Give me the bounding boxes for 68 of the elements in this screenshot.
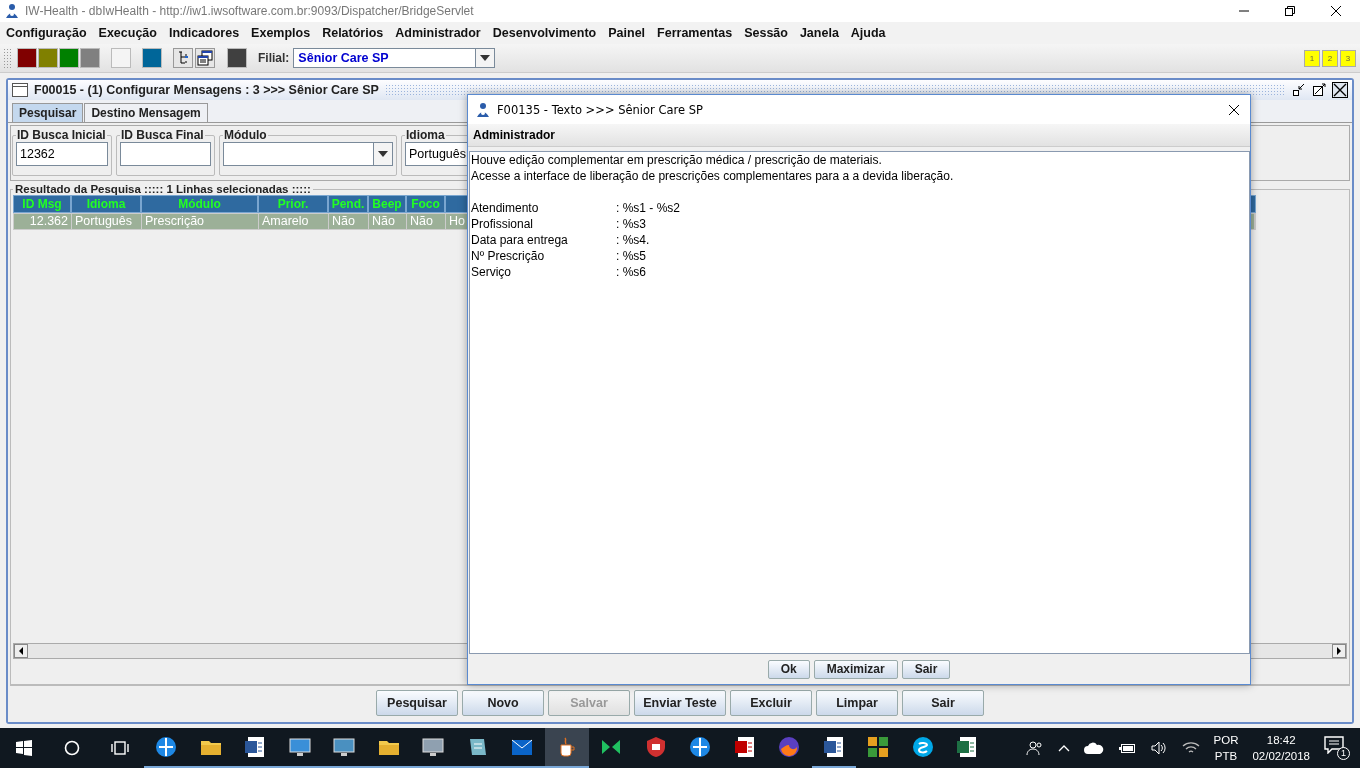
shortcut-button[interactable]: 2 <box>1322 49 1338 67</box>
dialog-button[interactable]: Ok <box>767 659 810 679</box>
column-header[interactable]: Prior. <box>258 195 328 213</box>
action-button[interactable]: Pesquisar <box>376 690 458 716</box>
menu-item[interactable]: Ferramentas <box>651 26 739 40</box>
field-label: Profissional <box>471 216 535 232</box>
field-value: : %s3 <box>616 216 646 232</box>
branch-dropdown[interactable]: Sênior Care SP <box>293 48 496 68</box>
column-header[interactable]: Beep <box>368 195 406 213</box>
action-button[interactable]: Sair <box>902 690 984 716</box>
action-button[interactable]: Novo <box>462 690 544 716</box>
field-label: Data para entrega <box>471 232 569 248</box>
field-label: Nº Prescrição <box>471 248 546 264</box>
shortcut-button[interactable]: 1 <box>1304 49 1320 67</box>
window-title: F00015 - (1) Configurar Mensagens : 3 >>> Sênior Care SP <box>34 83 379 97</box>
table-cell: 12.362 <box>14 214 72 229</box>
group-label: Módulo <box>223 128 268 142</box>
menu-item[interactable]: Administrador <box>389 26 487 40</box>
menu-item[interactable]: Janela <box>793 26 845 40</box>
column-header[interactable]: Foco <box>406 195 445 213</box>
column-header[interactable]: Pend. <box>328 195 368 213</box>
dialog-button[interactable]: Sair <box>901 659 951 679</box>
group-label: Idioma <box>405 128 446 142</box>
menu-item[interactable]: Indicadores <box>162 26 246 40</box>
tab[interactable]: Destino Mensagem <box>84 103 208 122</box>
menu-item[interactable]: Relatórios <box>316 26 390 40</box>
input-field[interactable]: 12362 <box>16 142 108 166</box>
notification-count: 1 <box>1337 747 1350 760</box>
window-title: IW-Health - dbIwHealth - http://iw1.iwsoftware.com.br:9093/Dispatcher/BridgeServlet <box>25 4 474 18</box>
menu-item[interactable]: Desenvolvimento <box>486 26 603 40</box>
field-value: : %s5 <box>616 248 646 264</box>
column-header[interactable]: Idioma <box>71 195 141 213</box>
action-button[interactable]: Excluir <box>730 690 812 716</box>
table-cell: Não <box>329 214 369 229</box>
message-line: Houve edição complementar em prescrição médica / prescrição de materiais. <box>471 152 883 168</box>
menu-item[interactable]: Execução <box>92 26 163 40</box>
menu-item[interactable]: Sessão <box>738 26 794 40</box>
tab[interactable]: Pesquisar <box>12 103 84 122</box>
table-cell: Português <box>72 214 142 229</box>
section-header: Administrador <box>473 128 555 142</box>
field-label: Serviço <box>471 264 512 280</box>
message-line: Acesse a interface de liberação de prescrições complementares para a a devida liberação. <box>471 168 955 184</box>
group-label: ID Busca Inicial <box>16 128 107 142</box>
language-indicator[interactable]: POR PTB <box>1213 732 1239 764</box>
table-cell: Não <box>369 214 407 229</box>
table-cell: Prescrição <box>142 214 259 229</box>
column-header[interactable]: ID Msg <box>13 195 71 213</box>
branch-label: Filial: <box>258 51 290 65</box>
table-cell: Não <box>407 214 446 229</box>
menu-item[interactable]: Ajuda <box>844 26 892 40</box>
menu-item[interactable]: Exemplos <box>245 26 317 40</box>
action-button[interactable]: Enviar Teste <box>634 690 726 716</box>
action-button[interactable]: Limpar <box>816 690 898 716</box>
field-label: Atendimento <box>471 200 540 216</box>
menu-item[interactable]: Configuração <box>0 26 93 40</box>
menu-item[interactable]: Painel <box>602 26 652 40</box>
field-value: : %s6 <box>616 264 646 280</box>
field-value: : %s4. <box>616 232 650 248</box>
column-header[interactable]: Módulo <box>141 195 258 213</box>
shortcut-button[interactable]: 3 <box>1340 49 1356 67</box>
notifications-button[interactable]: 1 <box>1324 736 1350 760</box>
group-label: ID Busca Final <box>120 128 205 142</box>
field-value: : %s1 - %s2 <box>616 200 681 216</box>
dialog-title: F00135 - Texto >>> Sênior Care SP <box>497 102 703 117</box>
dialog-button[interactable]: Maximizar <box>813 659 898 679</box>
group-label: Resultado da Pesquisa ::::: 1 Linhas selecionadas ::::: <box>14 183 312 195</box>
clock[interactable]: 18:42 02/02/2018 <box>1252 732 1310 764</box>
table-cell: Amarelo <box>259 214 329 229</box>
